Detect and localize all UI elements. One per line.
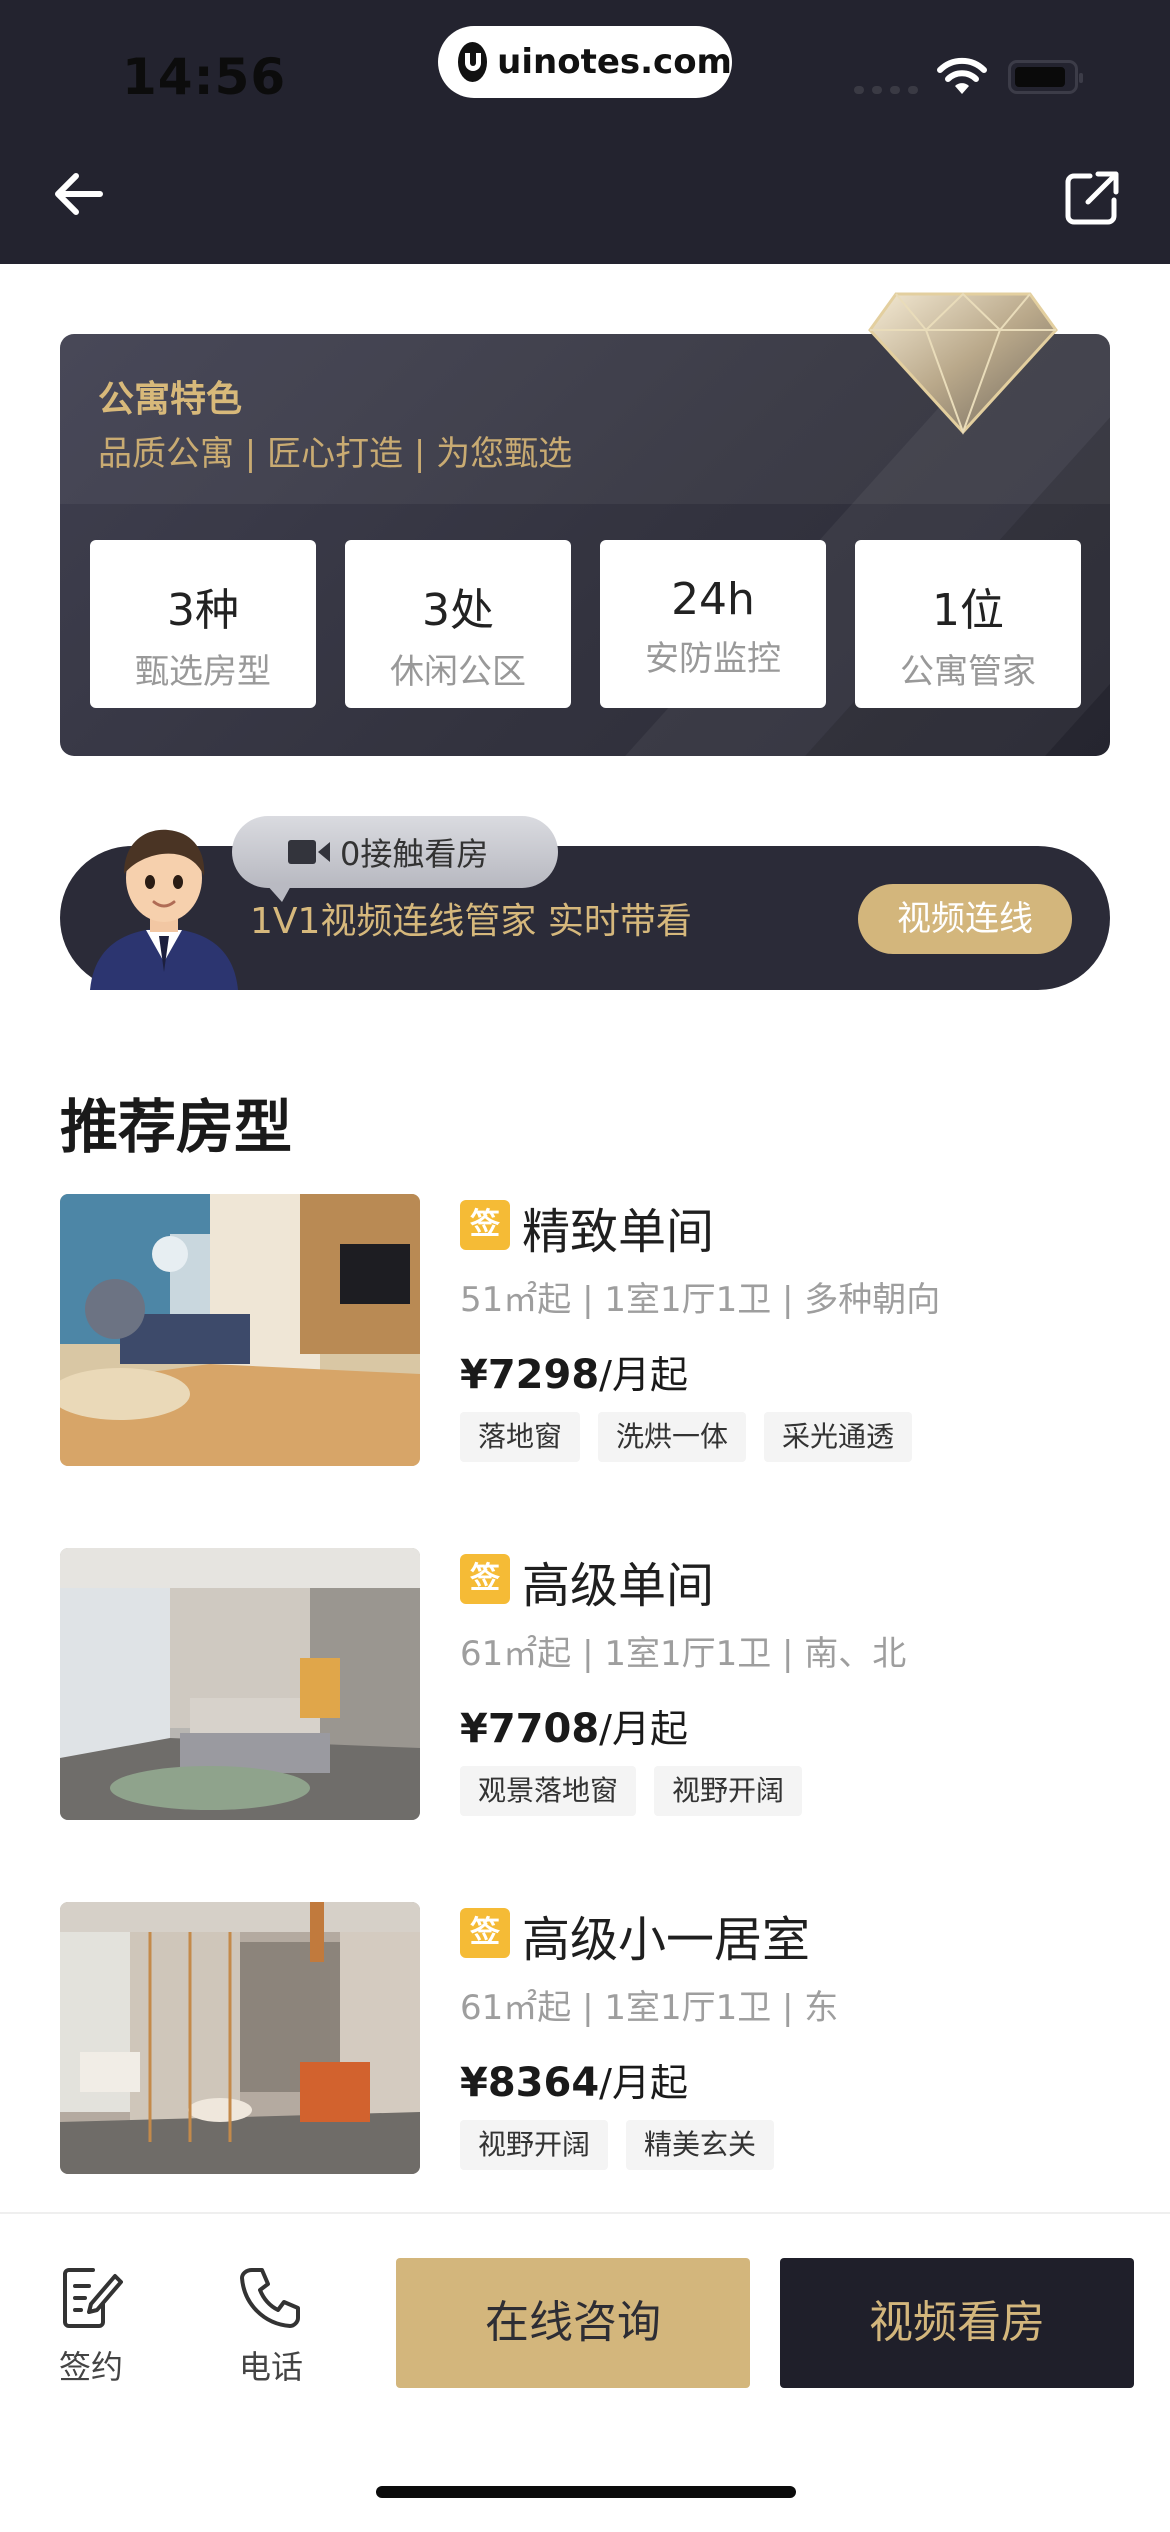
- butler-avatar: [90, 829, 238, 990]
- signed-tag: 签: [460, 1200, 510, 1250]
- room-photo: [60, 1902, 420, 2174]
- stat-value: 24h: [671, 574, 755, 625]
- uinotes-logo-icon: [458, 42, 488, 82]
- price-unit: /月起: [599, 1707, 688, 1751]
- room-card[interactable]: 签 精致单间 51㎡起 | 1室1厅1卫 | 多种朝向 ¥7298/月起 落地窗…: [60, 1194, 1110, 1466]
- feature-title: 公寓特色: [98, 379, 243, 420]
- signed-tag: 签: [460, 1908, 510, 1958]
- room-price: ¥7298/月起: [460, 1344, 688, 1399]
- room-spec: 61㎡起 | 1室1厅1卫 | 南、北: [460, 1634, 907, 1674]
- bubble-text: 0接触看房: [340, 835, 489, 873]
- domain-pill: uinotes.com: [438, 26, 732, 98]
- sign-button[interactable]: 签约: [36, 2264, 146, 2388]
- room-name: 高级单间: [522, 1558, 715, 1614]
- feature-stat: 3处 休闲公区: [345, 540, 571, 708]
- stat-label: 公寓管家: [900, 652, 1036, 692]
- contactless-bubble: 0接触看房: [232, 816, 558, 902]
- room-spec: 61㎡起 | 1室1厅1卫 | 东: [460, 1988, 839, 2028]
- signal-icon: [854, 86, 918, 94]
- room-spec: 51㎡起 | 1室1厅1卫 | 多种朝向: [460, 1280, 941, 1320]
- video-tour-button[interactable]: 视频看房: [780, 2258, 1134, 2388]
- feature-stat: 1位 公寓管家: [855, 540, 1081, 708]
- diamond-icon: [868, 292, 1058, 435]
- feature-chip: 采光通透: [764, 1412, 913, 1462]
- recommended-rooms-title: 推荐房型: [60, 1093, 293, 1161]
- phone-icon: [240, 2268, 300, 2328]
- online-consult-button[interactable]: 在线咨询: [396, 2258, 750, 2388]
- price-value: ¥7708: [460, 1706, 600, 1752]
- feature-chip: 视野开阔: [460, 2120, 609, 2170]
- top-bar: 14:56 uinotes.com: [0, 0, 1170, 264]
- status-time: 14:56: [122, 48, 287, 106]
- room-name: 精致单间: [522, 1204, 715, 1260]
- sign-contract-icon: [63, 2268, 123, 2328]
- battery-icon: [1008, 60, 1083, 94]
- room-price: ¥7708/月起: [460, 1698, 688, 1753]
- signed-tag: 签: [460, 1554, 510, 1604]
- stat-value: 3种: [167, 585, 239, 636]
- video-camera-icon: [288, 840, 330, 864]
- back-arrow-icon[interactable]: [50, 170, 106, 218]
- feature-chip: 洗烘一体: [598, 1412, 747, 1462]
- stat-value: 3处: [422, 585, 494, 636]
- room-card[interactable]: 签 高级单间 61㎡起 | 1室1厅1卫 | 南、北 ¥7708/月起 观景落地…: [60, 1548, 1110, 1820]
- sign-label: 签约: [58, 2348, 123, 2386]
- price-unit: /月起: [599, 1353, 688, 1397]
- home-indicator[interactable]: [376, 2486, 796, 2498]
- feature-subtitle: 品质公寓 | 匠心打造 | 为您甄选: [98, 434, 573, 474]
- feature-stat: 3种 甄选房型: [90, 540, 316, 708]
- page: 14:56 uinotes.com 公寓特色 品质公寓 | 匠心打造 | 为您甄…: [0, 0, 1170, 2532]
- stat-value: 1位: [932, 585, 1004, 636]
- stat-label: 甄选房型: [135, 652, 271, 692]
- price-value: ¥8364: [460, 2060, 600, 2106]
- feature-chip: 精美玄关: [626, 2120, 775, 2170]
- video-banner-text: 1V1视频连线管家 实时带看: [250, 901, 692, 942]
- feature-chip: 观景落地窗: [460, 1766, 637, 1816]
- room-photo: [60, 1194, 420, 1466]
- room-features: 观景落地窗 视野开阔: [460, 1766, 803, 1816]
- video-connect-button[interactable]: 视频连线: [858, 884, 1072, 954]
- feature-chip: 落地窗: [460, 1412, 581, 1462]
- price-unit: /月起: [599, 2061, 688, 2105]
- wifi-icon: [937, 57, 987, 94]
- room-name: 高级小一居室: [522, 1912, 811, 1968]
- bottom-action-bar: 签约 电话 在线咨询 视频看房: [0, 2212, 1170, 2532]
- room-price: ¥8364/月起: [460, 2052, 688, 2107]
- room-features: 视野开阔 精美玄关: [460, 2120, 775, 2170]
- price-value: ¥7298: [460, 1352, 600, 1398]
- share-icon[interactable]: [1062, 168, 1122, 228]
- phone-button[interactable]: 电话: [216, 2264, 326, 2388]
- stat-label: 安防监控: [645, 639, 781, 679]
- phone-label: 电话: [238, 2348, 303, 2386]
- stat-label: 休闲公区: [390, 652, 526, 692]
- feature-chip: 视野开阔: [654, 1766, 803, 1816]
- room-photo: [60, 1548, 420, 1820]
- room-features: 落地窗 洗烘一体 采光通透: [460, 1412, 913, 1462]
- feature-stat: 24h 安防监控: [600, 540, 826, 708]
- room-card[interactable]: 签 高级小一居室 61㎡起 | 1室1厅1卫 | 东 ¥8364/月起 视野开阔…: [60, 1902, 1110, 2174]
- domain-text: uinotes.com: [497, 42, 732, 82]
